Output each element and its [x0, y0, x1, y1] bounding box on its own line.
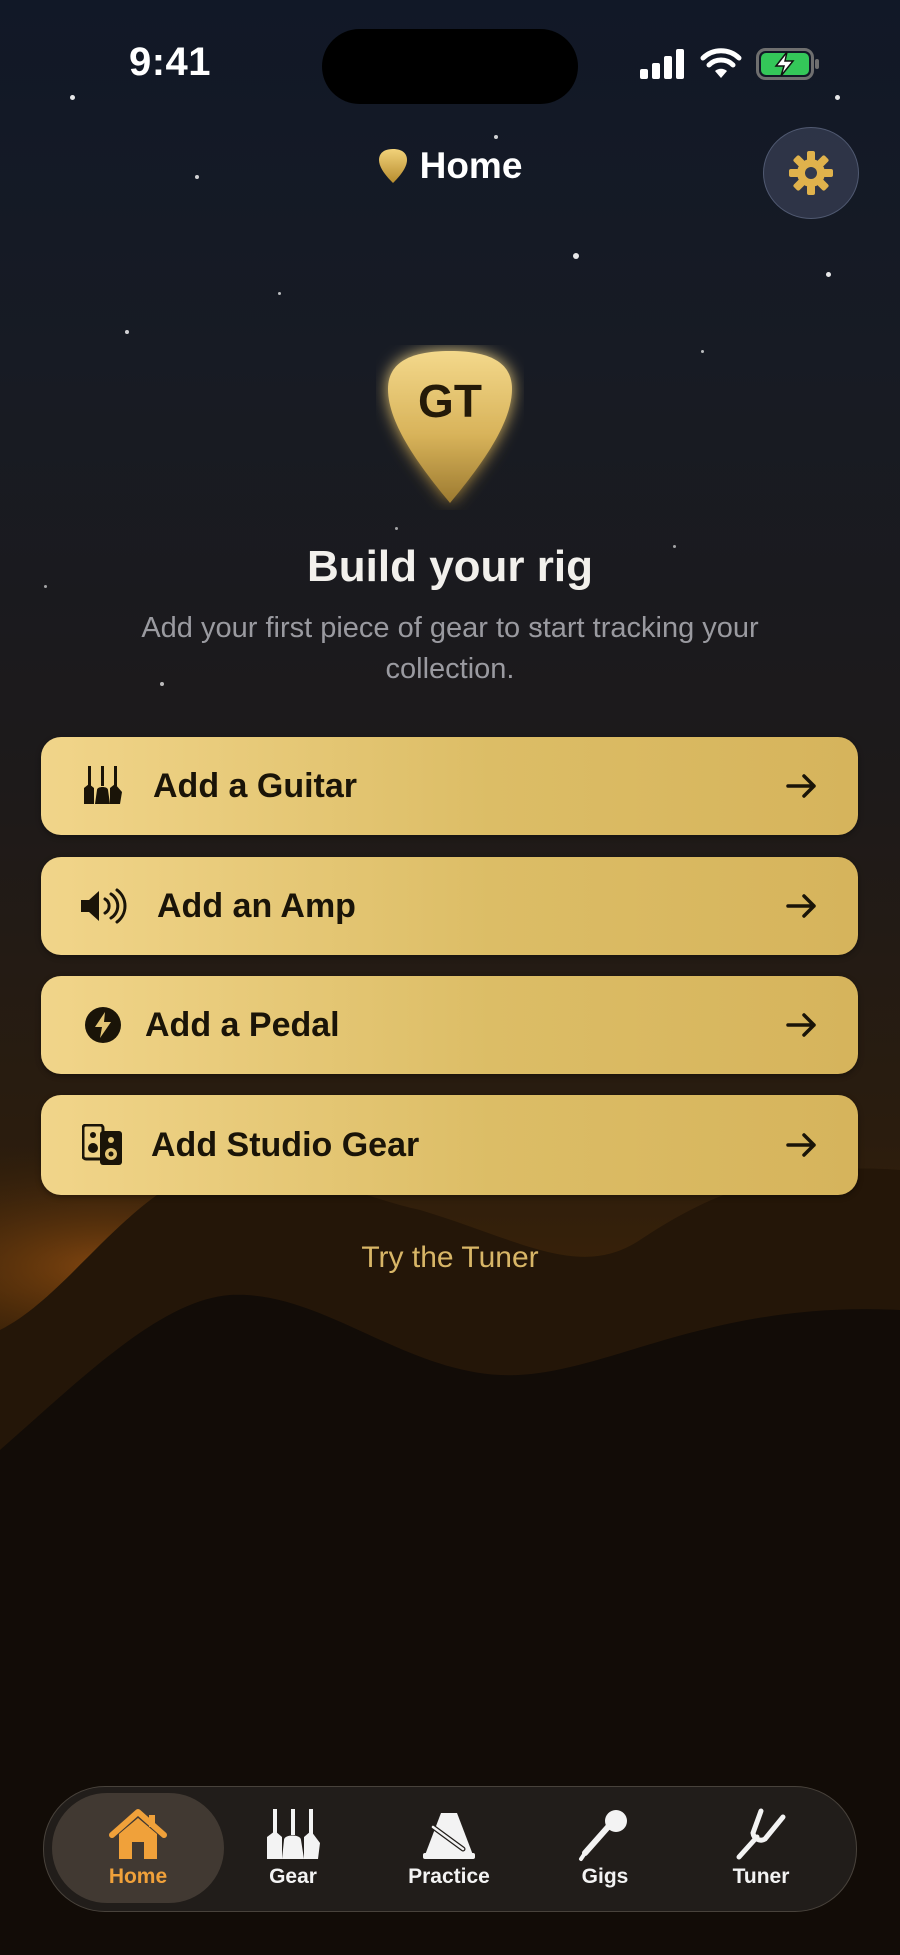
battery-charging-icon [756, 48, 819, 80]
gear-icon [789, 151, 833, 195]
tab-home[interactable]: Home [52, 1793, 224, 1903]
add-amp-button[interactable]: Add an Amp [41, 857, 858, 955]
bolt-circle-icon [79, 1001, 127, 1049]
guitar-pick-icon [378, 149, 407, 183]
star [70, 95, 75, 100]
hero-subtitle-line: collection. [385, 653, 515, 685]
add-studio-gear-label: Add Studio Gear [151, 1125, 420, 1164]
dynamic-island [322, 29, 578, 104]
settings-button[interactable] [763, 127, 859, 219]
speaker-icon [79, 882, 127, 930]
add-pedal-label: Add a Pedal [145, 1005, 340, 1044]
page-title: Home [419, 145, 523, 186]
logo-text: GT [418, 375, 482, 427]
tab-label: Gear [269, 1865, 317, 1888]
arrow-right-icon [786, 774, 816, 798]
guitars-icon [79, 762, 127, 810]
tab-tuner[interactable]: Tuner [675, 1793, 847, 1903]
add-guitar-label: Add a Guitar [153, 766, 358, 805]
star [395, 527, 398, 530]
star [494, 135, 498, 139]
tab-bar: Home Gear Practice Gigs Tuner [43, 1786, 857, 1912]
star [826, 272, 831, 277]
cellular-signal-icon [640, 49, 684, 79]
arrow-right-icon [786, 1133, 816, 1157]
tab-label: Practice [408, 1865, 490, 1888]
tab-label: Tuner [732, 1865, 790, 1888]
star [125, 330, 129, 334]
star [278, 292, 281, 295]
tab-label: Gigs [581, 1865, 629, 1888]
hero-title: Build your rig [307, 542, 593, 591]
guitars-icon [267, 1809, 320, 1859]
add-guitar-button[interactable]: Add a Guitar [41, 737, 858, 835]
add-amp-label: Add an Amp [157, 886, 356, 925]
tab-gigs[interactable]: Gigs [519, 1793, 691, 1903]
hero-subtitle-line: Add your first piece of gear to start tr… [141, 612, 759, 644]
status-icons [640, 48, 820, 80]
tuning-fork-icon [736, 1808, 786, 1860]
status-time: 9:41 [128, 40, 212, 84]
arrow-right-icon [786, 1013, 816, 1037]
tab-label: Home [108, 1865, 168, 1888]
arrow-right-icon [786, 894, 816, 918]
try-tuner-link[interactable]: Try the Tuner [0, 1241, 900, 1275]
tab-gear[interactable]: Gear [207, 1793, 379, 1903]
star [835, 95, 840, 100]
hero-subtitle: Add your first piece of gear to start tr… [95, 608, 805, 690]
studio-speakers-icon [79, 1121, 127, 1169]
add-studio-gear-button[interactable]: Add Studio Gear [41, 1095, 858, 1195]
wifi-icon [700, 48, 742, 78]
app-logo: GT [388, 351, 512, 503]
tab-practice[interactable]: Practice [363, 1793, 535, 1903]
microphone-icon [579, 1810, 627, 1861]
metronome-icon [423, 1813, 475, 1859]
star [573, 253, 579, 259]
star [701, 350, 704, 353]
add-pedal-button[interactable]: Add a Pedal [41, 976, 858, 1074]
house-icon [109, 1809, 167, 1859]
